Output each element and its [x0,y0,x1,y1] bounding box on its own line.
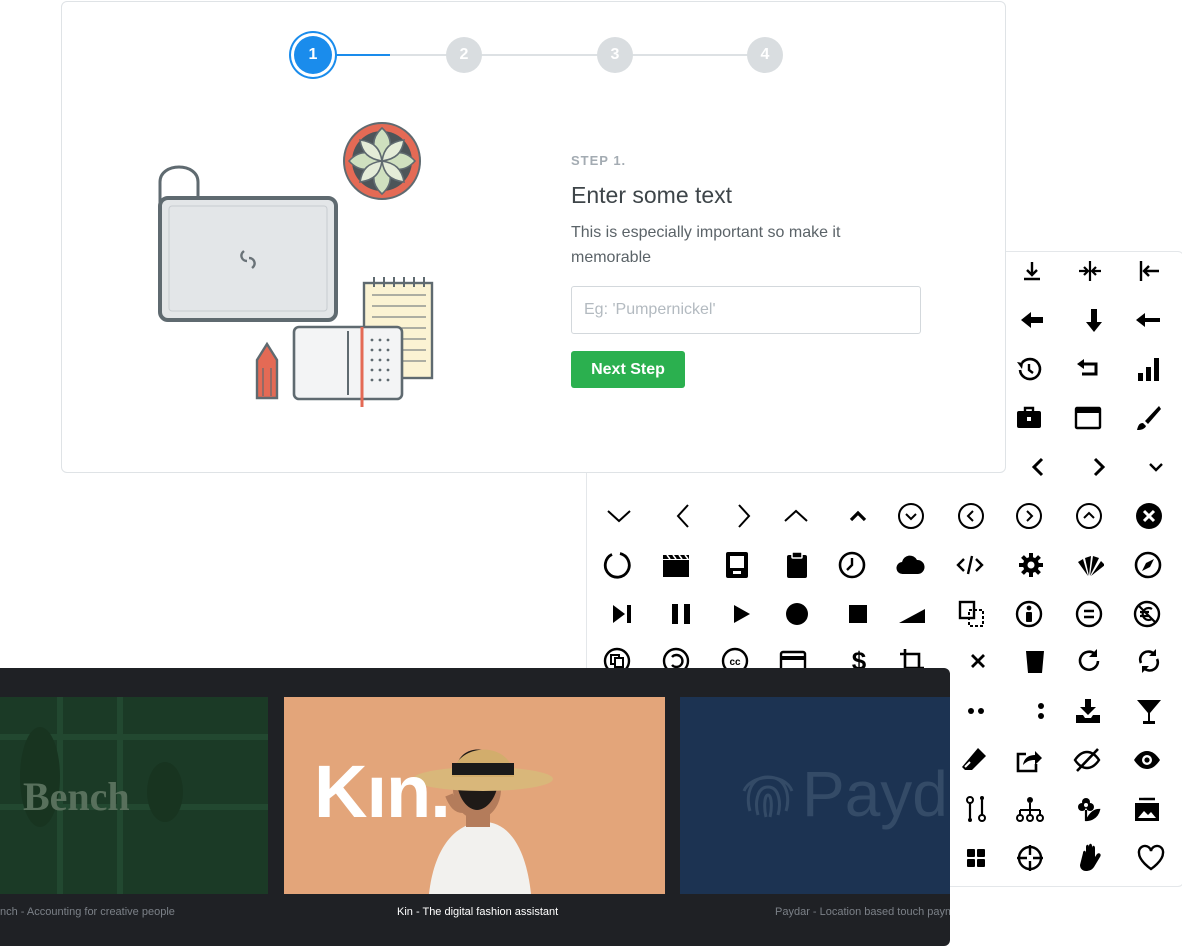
chevron-circle-up-icon[interactable] [1069,496,1109,536]
code-icon[interactable] [950,545,990,585]
heart-icon[interactable] [1131,838,1171,878]
close-icon[interactable] [958,641,998,681]
sitemap-icon[interactable] [1010,789,1050,829]
ellipsis-vertical-icon[interactable] [1021,691,1061,731]
record-icon[interactable] [777,594,817,634]
cog-icon[interactable] [1011,545,1051,585]
play-icon[interactable] [721,594,761,634]
skip-forward-icon[interactable] [602,594,642,634]
arrow-left-bold-icon[interactable] [1012,300,1052,340]
step-2-indicator[interactable]: 2 [446,37,482,73]
step-eyebrow: STEP 1. [571,153,627,168]
toolbox-icon[interactable] [1009,398,1049,438]
fingerprint-icon [742,775,794,818]
florist-icon[interactable] [1069,789,1109,829]
chevron-down-small-icon[interactable] [1136,447,1176,487]
browser-window-icon[interactable] [1068,398,1108,438]
slide-paydar[interactable]: Payda [680,697,950,894]
compress-horizontal-icon[interactable] [1070,252,1110,291]
svg-text:cc: cc [729,657,741,668]
equals-circle-icon[interactable] [1069,594,1109,634]
workspace-illustration [158,122,434,407]
stop-icon[interactable] [838,594,878,634]
brush-icon[interactable] [1128,398,1168,438]
clipboard-icon[interactable] [777,545,817,585]
bench-caption: nch - Accounting for creative people [0,906,175,918]
download-tray-icon[interactable] [1068,691,1108,731]
clock-icon[interactable] [832,545,872,585]
redo-icon[interactable] [1069,641,1109,681]
slide-kin[interactable]: Kın. [284,697,665,894]
chevron-left-icon[interactable] [664,496,704,536]
volume-ramp-icon[interactable] [892,594,932,634]
chevron-right-bold-icon[interactable] [1078,447,1118,487]
step-3-indicator[interactable]: 3 [597,37,633,73]
chevron-left-bold-icon[interactable] [1019,447,1059,487]
chevron-up-icon[interactable] [776,496,816,536]
caret-up-bold-icon[interactable] [838,496,878,536]
clapperboard-icon[interactable] [656,545,696,585]
eye-slash-icon[interactable] [1067,740,1107,780]
signal-bars-icon[interactable] [1129,349,1169,389]
kin-logo: Kın. [314,750,451,833]
align-left-icon[interactable] [1130,252,1170,291]
chevron-circle-right-icon[interactable] [1009,496,1049,536]
chevron-circle-down-icon[interactable] [891,496,931,536]
eye-icon[interactable] [1127,740,1167,780]
euro-circle-icon[interactable] [1127,594,1167,634]
arrow-left-icon[interactable] [1128,300,1168,340]
undo-arrow-icon[interactable] [1069,349,1109,389]
history-icon[interactable] [1009,349,1049,389]
git-compare-icon[interactable] [956,789,996,829]
chevron-right-icon[interactable] [723,496,763,536]
accessibility-icon[interactable] [1009,594,1049,634]
name-input[interactable] [571,286,921,334]
next-step-button[interactable]: Next Step [571,351,685,388]
hand-icon[interactable] [1070,838,1110,878]
grid-icon[interactable] [956,838,996,878]
step-title: Enter some text [571,182,733,208]
slide-bench[interactable]: Bench [0,697,268,894]
eraser-icon[interactable] [954,740,994,780]
close-circle-icon[interactable] [1129,496,1169,536]
cloud-icon[interactable] [890,545,930,585]
showcase-carousel: Bench Kın. Payda nch - Accounting for cr… [0,668,950,946]
tablet-icon[interactable] [717,545,757,585]
wizard-card: 1 2 3 4 STEP 1. Enter some text This is … [61,1,1006,473]
step-4-indicator[interactable]: 4 [747,37,783,73]
cocktail-icon[interactable] [1129,691,1169,731]
kin-caption: Kin - The digital fashion assistant [397,906,559,918]
share-icon[interactable] [1009,740,1049,780]
paydar-logo: Payda [802,758,950,830]
chevron-circle-left-icon[interactable] [951,496,991,536]
align-bottom-icon[interactable] [1012,252,1052,291]
ellipsis-horizontal-icon[interactable] [956,691,996,731]
step-description: This is especially important so make it … [571,224,841,266]
circle-notch-icon[interactable] [597,545,637,585]
step-connector [616,54,766,56]
bench-logo: Bench [23,774,130,819]
step-1-indicator[interactable]: 1 [294,36,332,74]
compass-icon[interactable] [1128,545,1168,585]
arrow-down-bold-icon[interactable] [1074,300,1114,340]
trash-bin-icon[interactable] [1015,641,1055,681]
crosshair-icon[interactable] [1010,838,1050,878]
copy-dashed-icon[interactable] [952,594,992,634]
image-gallery-icon[interactable] [1127,789,1167,829]
step-connector [466,54,616,56]
sync-icon[interactable] [1129,641,1169,681]
chevron-down-icon[interactable] [599,496,639,536]
color-swatch-icon[interactable] [1069,545,1109,585]
pause-icon[interactable] [661,594,701,634]
paydar-caption: Paydar - Location based touch payme [775,906,950,918]
